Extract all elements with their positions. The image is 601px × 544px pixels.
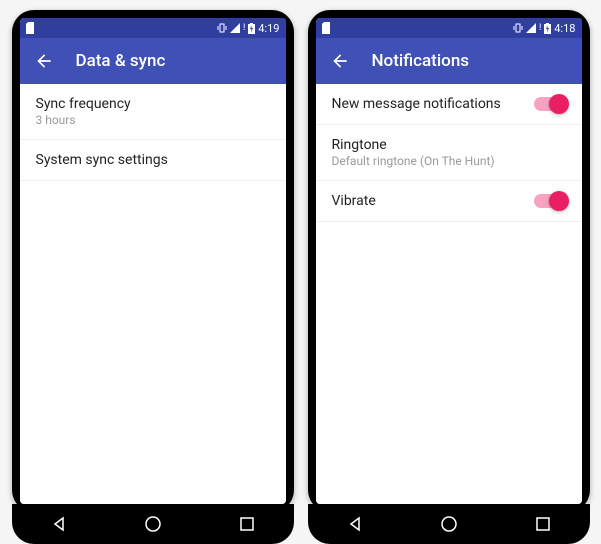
navbar	[12, 504, 294, 544]
signal-icon	[230, 23, 240, 33]
list-item-ringtone[interactable]: Ringtone Default ringtone (On The Hunt)	[316, 125, 582, 181]
list-item-vibrate[interactable]: Vibrate	[316, 181, 582, 222]
phone-frame-left: ! 4:19 Data & sync Sync frequency 3 hour…	[12, 10, 294, 512]
status-time: 4:19	[258, 22, 279, 35]
statusbar: ! 4:18	[316, 18, 582, 38]
sdcard-icon	[26, 22, 36, 34]
appbar: Data & sync	[20, 38, 286, 84]
back-arrow-icon[interactable]	[34, 51, 54, 71]
nav-home-button[interactable]	[434, 509, 464, 539]
statusbar: ! 4:19	[20, 18, 286, 38]
phone-frame-right: ! 4:18 Notifications New message notific…	[308, 10, 590, 512]
appbar: Notifications	[316, 38, 582, 84]
list-item-system-sync[interactable]: System sync settings	[20, 140, 286, 181]
item-title: New message notifications	[332, 96, 501, 112]
item-title: Sync frequency	[36, 96, 131, 112]
nav-back-button[interactable]	[340, 509, 370, 539]
toggle-switch[interactable]	[534, 97, 566, 111]
item-title: System sync settings	[36, 152, 168, 168]
nav-back-button[interactable]	[44, 509, 74, 539]
nav-recent-button[interactable]	[528, 509, 558, 539]
vibrate-icon	[217, 23, 227, 33]
screen: ! 4:19 Data & sync Sync frequency 3 hour…	[20, 18, 286, 504]
screen: ! 4:18 Notifications New message notific…	[316, 18, 582, 504]
signal-text: !	[243, 23, 245, 33]
settings-list: New message notifications Ringtone Defau…	[316, 84, 582, 504]
appbar-title: Notifications	[372, 51, 470, 71]
signal-text: !	[539, 23, 541, 33]
vibrate-icon	[513, 23, 523, 33]
sdcard-icon	[322, 22, 332, 34]
navbar	[308, 504, 590, 544]
status-time: 4:18	[554, 22, 575, 35]
item-subtitle: 3 hours	[36, 113, 131, 127]
signal-icon	[526, 23, 536, 33]
nav-recent-button[interactable]	[232, 509, 262, 539]
appbar-title: Data & sync	[76, 51, 166, 71]
nav-home-button[interactable]	[138, 509, 168, 539]
item-title: Vibrate	[332, 193, 376, 209]
list-item-new-message[interactable]: New message notifications	[316, 84, 582, 125]
toggle-switch[interactable]	[534, 194, 566, 208]
battery-icon	[248, 23, 255, 34]
battery-icon	[544, 23, 551, 34]
item-title: Ringtone	[332, 137, 495, 153]
back-arrow-icon[interactable]	[330, 51, 350, 71]
list-item-sync-frequency[interactable]: Sync frequency 3 hours	[20, 84, 286, 140]
settings-list: Sync frequency 3 hours System sync setti…	[20, 84, 286, 504]
item-subtitle: Default ringtone (On The Hunt)	[332, 154, 495, 168]
